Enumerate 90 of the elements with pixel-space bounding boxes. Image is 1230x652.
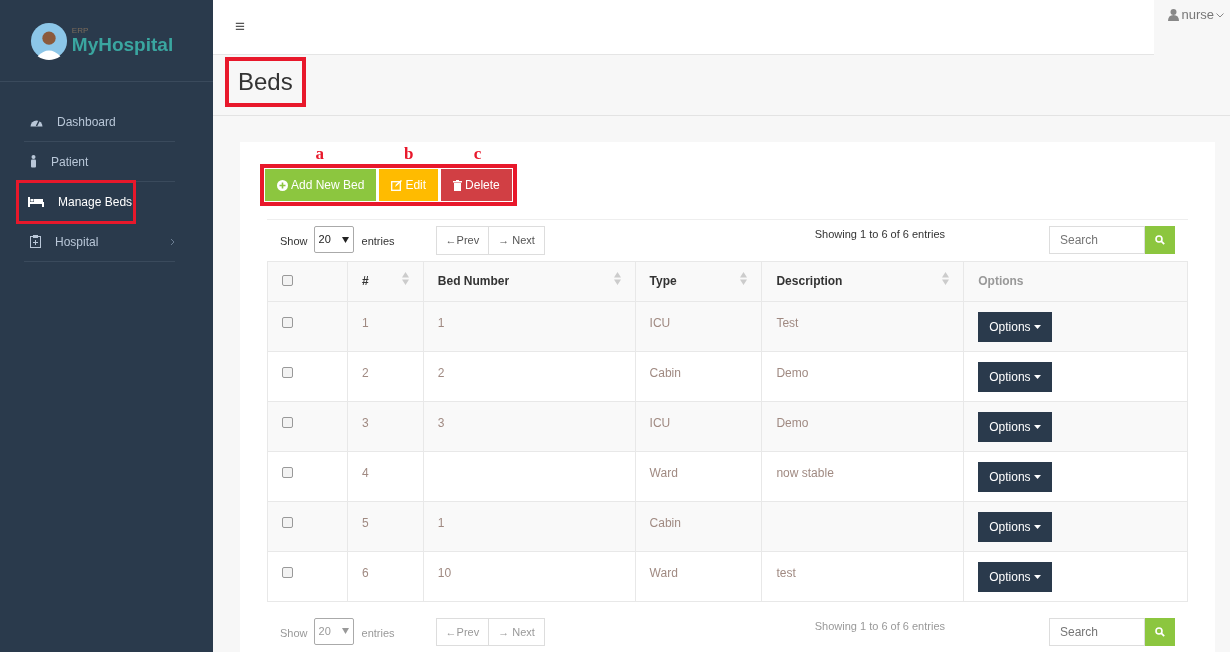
item-label: Manage Beds	[58, 193, 133, 211]
table-cell: Cabin	[649, 515, 681, 530]
caret-icon	[1033, 575, 1041, 580]
table-cell: ICU	[649, 415, 671, 430]
item-label: Dashboard	[57, 113, 116, 131]
options-button[interactable]: Options	[978, 411, 1052, 442]
bed-icon	[28, 196, 44, 207]
caret-icon	[1033, 475, 1041, 480]
search-button[interactable]	[1145, 226, 1175, 254]
user-icon	[1168, 9, 1180, 21]
next-button[interactable]: → Next	[489, 226, 545, 255]
row-checkbox[interactable]	[282, 566, 293, 578]
chevron-down-icon	[1216, 12, 1224, 18]
entries-info: Showing 1 to 6 of 6 entries	[814, 227, 945, 242]
entries-info: Showing 1 to 6 of 6 entries	[814, 618, 945, 634]
caret-icon	[1033, 425, 1041, 430]
column-header[interactable]: #	[361, 274, 369, 288]
column-header[interactable]: Type	[649, 274, 677, 288]
menu-toggle[interactable]: ≡	[235, 14, 245, 40]
table-cell: 1	[361, 315, 369, 330]
caret-icon	[1033, 525, 1041, 530]
options-button[interactable]: Options	[978, 461, 1052, 492]
annotation-letter: b	[403, 145, 415, 163]
prev-button[interactable]: ←Prev	[435, 226, 490, 255]
caret-icon	[1033, 325, 1041, 330]
person-icon	[30, 155, 37, 168]
brand-subtitle: ERP	[71, 27, 90, 35]
row-checkbox[interactable]	[282, 316, 293, 328]
page-size-select[interactable]: 20	[313, 226, 354, 253]
chevron-right-icon	[170, 237, 175, 246]
sidebar-item[interactable]: Patient	[24, 142, 175, 182]
row-checkbox[interactable]	[282, 366, 293, 378]
table-cell: Demo	[776, 415, 809, 430]
table-cell: 1	[437, 315, 445, 330]
table-cell: Ward	[649, 565, 678, 580]
table-cell: Cabin	[649, 365, 681, 380]
table-cell: now stable	[776, 465, 834, 480]
options-button[interactable]: Options	[978, 561, 1052, 592]
table-cell: 1	[437, 515, 445, 530]
search-field[interactable]: Search	[1049, 226, 1145, 254]
sort-icon	[740, 272, 748, 285]
search-icon	[1155, 626, 1165, 637]
item-label: Patient	[51, 153, 89, 171]
sidebar-item[interactable]: Hospital	[24, 222, 175, 262]
table-cell: ICU	[649, 315, 671, 330]
entries-label: entries	[361, 625, 395, 641]
sort-icon	[401, 272, 409, 285]
sort-icon	[613, 272, 621, 285]
user-menu[interactable]: nurse	[1168, 5, 1224, 25]
options-button[interactable]: Options	[978, 361, 1052, 392]
sort-icon	[942, 272, 950, 285]
table-cell: 10	[437, 565, 452, 580]
column-header[interactable]: Description	[776, 274, 843, 288]
plus-circle-icon	[277, 179, 288, 191]
show-label: Show	[280, 625, 308, 641]
row-checkbox[interactable]	[282, 516, 293, 528]
entries-label: entries	[361, 234, 395, 249]
column-header[interactable]: Bed Number	[437, 274, 510, 288]
brand-name: MyHospital	[71, 35, 174, 54]
table-cell: 6	[361, 565, 369, 580]
table-cell: Test	[776, 315, 799, 330]
options-button[interactable]: Options	[978, 511, 1052, 542]
table-cell: 5	[361, 515, 369, 530]
row-checkbox[interactable]	[282, 466, 293, 478]
sidebar-item[interactable]: Dashboard	[24, 102, 175, 142]
table-cell: 2	[361, 365, 369, 380]
sidebar-item[interactable]: Manage Beds	[18, 182, 134, 222]
table-cell: 4	[361, 465, 369, 480]
table-cell: 3	[437, 415, 445, 430]
table-cell: 2	[437, 365, 445, 380]
doctor-avatar-icon	[29, 21, 68, 60]
search-icon	[1155, 235, 1165, 245]
caret-icon	[1033, 375, 1041, 380]
table-cell: 3	[361, 415, 369, 430]
dropdown-icon	[341, 628, 349, 634]
select-all-checkbox[interactable]	[282, 274, 293, 286]
item-label: Hospital	[55, 233, 99, 251]
trash-icon	[453, 179, 463, 191]
annotation-letter: c	[472, 145, 483, 163]
delete-button[interactable]: Delete	[441, 169, 512, 201]
edit-icon	[391, 179, 403, 191]
table-cell: Ward	[649, 465, 678, 480]
dropdown-icon	[341, 236, 349, 243]
table-cell: test	[776, 565, 796, 580]
annotation-letter: a	[314, 145, 325, 163]
options-button[interactable]: Options	[978, 311, 1052, 342]
clipboard-icon	[30, 235, 41, 248]
show-label: Show	[280, 234, 308, 249]
table-cell: Demo	[776, 365, 809, 380]
row-checkbox[interactable]	[282, 416, 293, 428]
